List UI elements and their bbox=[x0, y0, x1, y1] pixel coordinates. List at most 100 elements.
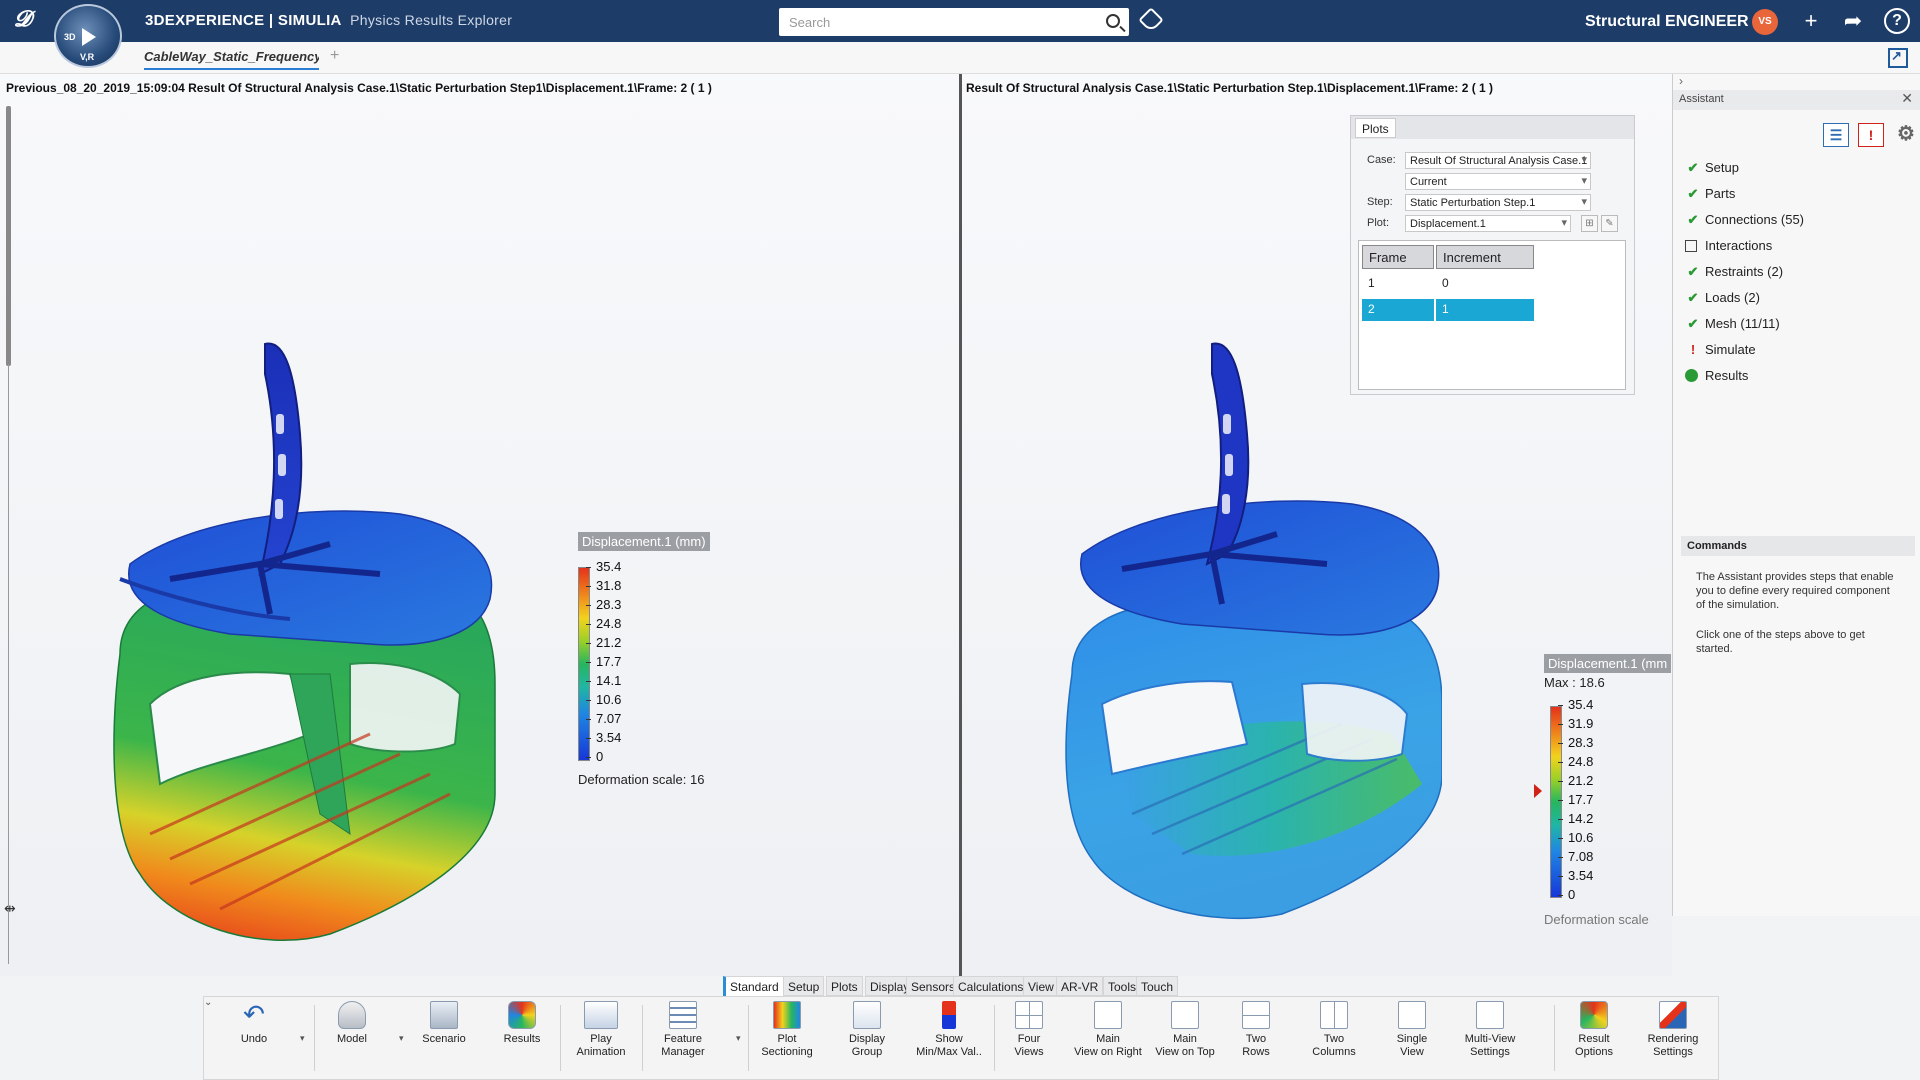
search-icon[interactable] bbox=[1106, 14, 1120, 28]
assistant-step-label: Restraints (2) bbox=[1705, 264, 1784, 279]
tab-plots[interactable]: Plots bbox=[1355, 118, 1396, 138]
avatar[interactable]: VS bbox=[1752, 9, 1778, 35]
case-select[interactable]: Result Of Structural Analysis Case.1 bbox=[1405, 152, 1591, 169]
step-select[interactable]: Static Perturbation Step.1 bbox=[1405, 194, 1591, 211]
model-dropdown-icon[interactable]: ▾ bbox=[399, 1033, 404, 1044]
case-label: Case: bbox=[1367, 154, 1396, 166]
legend-title: Displacement.1 (mm) bbox=[578, 532, 710, 551]
rendering-settings-button[interactable]: Rendering Settings bbox=[1640, 1001, 1706, 1059]
scenario-button[interactable]: Scenario bbox=[414, 1001, 474, 1046]
cabin-model-right[interactable] bbox=[1062, 314, 1442, 934]
two-columns-button[interactable]: Two Columns bbox=[1304, 1001, 1364, 1059]
commands-header: Commands bbox=[1681, 536, 1915, 556]
commands-description: The Assistant provides steps that enable… bbox=[1696, 571, 1894, 611]
assistant-step-mesh[interactable]: ✔ Mesh (11/11) bbox=[1685, 316, 1780, 332]
tab-touch[interactable]: Touch bbox=[1136, 976, 1179, 996]
legend-tick-label: 24.8 bbox=[585, 616, 622, 631]
plot-select[interactable]: Displacement.1 bbox=[1405, 215, 1571, 232]
close-icon[interactable]: ✕ bbox=[1901, 90, 1913, 107]
undo-dropdown-icon[interactable]: ▾ bbox=[300, 1033, 305, 1044]
warning-icon[interactable]: ! bbox=[1858, 123, 1884, 147]
gear-icon[interactable]: ⚙ bbox=[1893, 123, 1919, 147]
play-animation-button[interactable]: Play Animation bbox=[568, 1001, 634, 1059]
tab-calculations[interactable]: Calculations bbox=[953, 976, 1029, 996]
assistant-step-restraints[interactable]: ✔ Restraints (2) bbox=[1685, 264, 1783, 280]
single-view-button[interactable]: Single View bbox=[1384, 1001, 1440, 1059]
feature-manager-button[interactable]: Feature Manager bbox=[650, 1001, 716, 1059]
tab-view[interactable]: View bbox=[1023, 976, 1059, 996]
multiview-settings-label-1: Multi-View bbox=[1464, 1033, 1516, 1045]
add-tab-button[interactable]: + bbox=[330, 47, 339, 65]
main-view-right-button[interactable]: Main View on Right bbox=[1070, 1001, 1146, 1059]
assistant-step-results[interactable]: Results bbox=[1685, 368, 1748, 383]
tab-sensors[interactable]: Sensors bbox=[906, 976, 961, 996]
plot-sectioning-button[interactable]: Plot Sectioning bbox=[754, 1001, 820, 1059]
plot-options-icon[interactable]: ⊞ bbox=[1581, 215, 1598, 232]
assistant-step-loads[interactable]: ✔ Loads (2) bbox=[1685, 290, 1760, 306]
assistant-step-interactions[interactable]: Interactions bbox=[1685, 238, 1772, 253]
assistant-step-label: Setup bbox=[1705, 160, 1739, 175]
legend-tick-label: 7.07 bbox=[585, 711, 622, 726]
assistant-step-label: Parts bbox=[1705, 186, 1736, 201]
split-handle-icon[interactable]: ⇹ bbox=[4, 900, 34, 916]
two-rows-button[interactable]: Two Rows bbox=[1228, 1001, 1284, 1059]
compass-vr-label: V,R bbox=[80, 52, 95, 62]
add-icon[interactable]: + bbox=[1798, 8, 1824, 34]
model-button[interactable]: Model bbox=[324, 1001, 380, 1046]
left-viewport[interactable]: Previous_08_20_2019_15:09:04 Result Of S… bbox=[0, 74, 960, 976]
assistant-step-setup[interactable]: ✔ Setup bbox=[1685, 160, 1739, 176]
tab-plots[interactable]: Plots bbox=[826, 976, 863, 996]
share-icon[interactable]: ➦ bbox=[1840, 8, 1866, 34]
chevron-down-icon[interactable]: ⌄ bbox=[204, 997, 214, 1008]
compass-icon[interactable]: 3D V,R bbox=[54, 4, 122, 68]
main-view-top-button[interactable]: Main View on Top bbox=[1150, 1001, 1220, 1059]
show-minmax-button[interactable]: Show Min/Max Val.. bbox=[912, 1001, 986, 1059]
tab-arvr[interactable]: AR-VR bbox=[1056, 976, 1104, 996]
plot-edit-icon[interactable]: ✎ bbox=[1601, 215, 1618, 232]
model-icon bbox=[338, 1001, 366, 1029]
results-button[interactable]: Results bbox=[494, 1001, 550, 1046]
show-minmax-label-1: Show bbox=[935, 1033, 963, 1045]
list-view-icon[interactable]: ☰ bbox=[1823, 123, 1849, 147]
column-header-frame[interactable]: Frame bbox=[1362, 245, 1434, 269]
app-title: 3DEXPERIENCE | SIMULIA Physics Results E… bbox=[145, 12, 512, 29]
assistant-step-connections[interactable]: ✔ Connections (55) bbox=[1685, 212, 1804, 228]
display-group-button[interactable]: Display Group bbox=[834, 1001, 900, 1059]
tab-standard[interactable]: Standard bbox=[723, 976, 784, 996]
main-view-right-label-1: Main bbox=[1096, 1033, 1120, 1045]
step-label: Step: bbox=[1367, 196, 1393, 208]
toolbar-separator bbox=[1554, 1005, 1555, 1071]
help-icon[interactable]: ? bbox=[1884, 8, 1910, 34]
four-views-button[interactable]: Four Views bbox=[1002, 1001, 1056, 1059]
column-header-increment[interactable]: Increment bbox=[1436, 245, 1534, 269]
deformation-scale: Deformation scale: 16 bbox=[578, 772, 705, 787]
legend-tick-label: 14.1 bbox=[585, 673, 622, 688]
multiview-settings-icon bbox=[1476, 1001, 1504, 1029]
result-options-button[interactable]: Result Options bbox=[1566, 1001, 1622, 1059]
commands-hint: Click one of the steps above to get star… bbox=[1696, 629, 1865, 655]
tab-setup[interactable]: Setup bbox=[783, 976, 825, 996]
assistant-step-label: Simulate bbox=[1705, 342, 1756, 357]
maximize-icon[interactable] bbox=[1888, 48, 1908, 68]
display-group-icon bbox=[853, 1001, 881, 1029]
chevron-right-icon[interactable]: › bbox=[1679, 74, 1683, 88]
play-animation-label-2: Animation bbox=[576, 1046, 626, 1058]
multiview-settings-button[interactable]: Multi-View Settings bbox=[1458, 1001, 1522, 1059]
check-icon: ✔ bbox=[1687, 212, 1699, 227]
document-tab[interactable]: CableWay_Static_Frequency bbox=[144, 49, 319, 70]
two-rows-icon bbox=[1242, 1001, 1270, 1029]
assistant-step-simulate[interactable]: ! Simulate bbox=[1685, 342, 1756, 357]
vertical-scrollbar[interactable] bbox=[6, 106, 11, 366]
scroll-track bbox=[8, 364, 9, 964]
play-icon bbox=[82, 28, 96, 46]
undo-button[interactable]: ↶ Undo bbox=[226, 1001, 282, 1046]
search-input[interactable]: Search bbox=[779, 8, 1129, 36]
tag-icon[interactable] bbox=[1138, 7, 1164, 33]
current-select[interactable]: Current bbox=[1405, 173, 1591, 190]
assistant-step-parts[interactable]: ✔ Parts bbox=[1685, 186, 1736, 202]
dassault-logo-icon[interactable]: 𝓓 bbox=[14, 6, 44, 36]
feature-manager-dropdown-icon[interactable]: ▾ bbox=[736, 1033, 741, 1044]
cabin-model-left[interactable] bbox=[110, 314, 510, 954]
legend-tick-label: 21.2 bbox=[1557, 773, 1594, 788]
role-label[interactable]: Structural ENGINEER bbox=[1585, 13, 1749, 31]
